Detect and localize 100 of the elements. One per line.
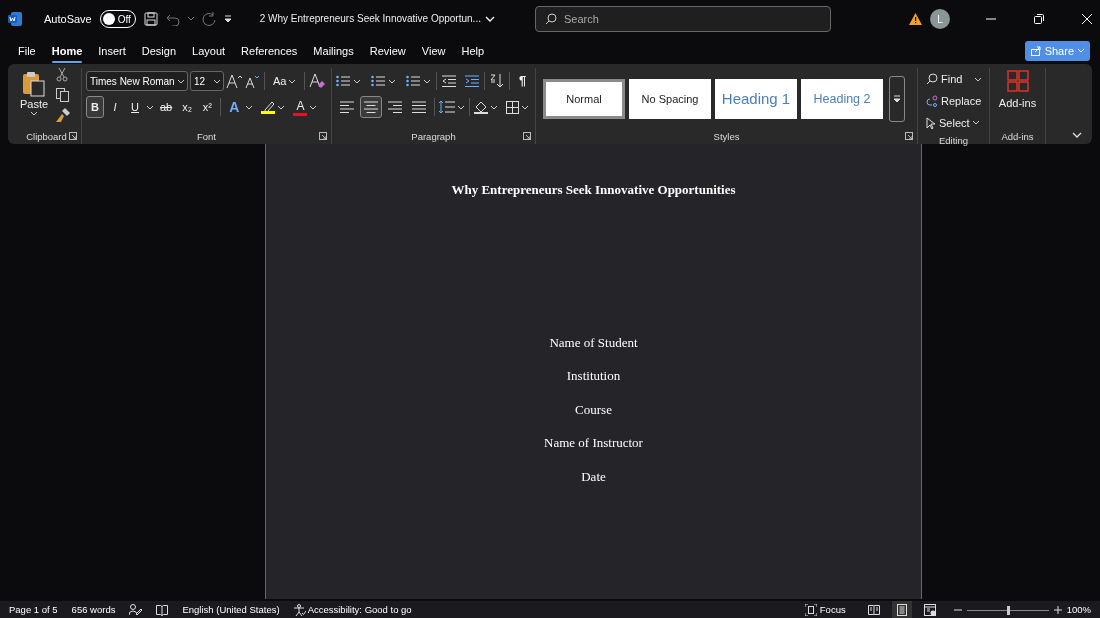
decrease-indent-icon[interactable] bbox=[442, 75, 456, 87]
web-view-icon bbox=[923, 604, 936, 616]
select-button[interactable]: Select bbox=[922, 112, 987, 134]
zoom-in-icon[interactable] bbox=[1053, 606, 1062, 614]
text-effects-button[interactable]: A bbox=[225, 96, 244, 118]
caret-icon[interactable] bbox=[309, 104, 318, 110]
caret-icon[interactable] bbox=[423, 78, 431, 84]
group-label: Editing bbox=[938, 133, 969, 148]
focus-button[interactable]: Focus bbox=[800, 601, 850, 618]
caret-icon[interactable] bbox=[187, 17, 194, 21]
dialog-launcher-icon[interactable] bbox=[319, 132, 327, 140]
caret-icon[interactable] bbox=[490, 104, 498, 110]
strikethrough-button[interactable]: ab bbox=[156, 96, 177, 118]
copy-icon[interactable] bbox=[56, 88, 70, 102]
style-tile[interactable]: Heading 2 bbox=[801, 79, 883, 119]
redo-icon[interactable] bbox=[201, 12, 216, 26]
font-name-field[interactable]: Times New Roman bbox=[86, 71, 188, 91]
shrink-font-icon[interactable] bbox=[244, 74, 260, 88]
caret-icon[interactable] bbox=[288, 78, 297, 84]
style-tile[interactable]: No Spacing bbox=[629, 79, 711, 119]
shading-icon[interactable] bbox=[474, 100, 488, 114]
line-spacing-icon[interactable] bbox=[439, 101, 455, 113]
font-size-field[interactable]: 12 bbox=[190, 71, 224, 91]
group-label: Paragraph bbox=[411, 129, 456, 144]
highlighter-icon[interactable] bbox=[262, 100, 275, 111]
bold-button[interactable]: B bbox=[86, 96, 104, 118]
caret-icon[interactable] bbox=[245, 104, 254, 110]
language-status[interactable]: English (United States) bbox=[182, 602, 280, 618]
more-icon bbox=[893, 95, 901, 103]
book-icon[interactable] bbox=[156, 604, 169, 616]
menu-tab[interactable]: Mailings bbox=[305, 39, 362, 63]
menu-tab[interactable]: Design bbox=[133, 39, 185, 63]
zoom-thumb[interactable] bbox=[1007, 605, 1010, 615]
clear-formatting-icon[interactable] bbox=[309, 73, 326, 89]
show-formatting-button[interactable]: ¶ bbox=[515, 70, 531, 92]
zoom-out-icon[interactable] bbox=[953, 606, 962, 614]
align-center-button[interactable] bbox=[360, 96, 382, 118]
caret-icon[interactable] bbox=[353, 78, 361, 84]
undo-icon[interactable] bbox=[165, 12, 180, 26]
menu-tab[interactable]: View bbox=[413, 39, 454, 63]
search-icon bbox=[544, 13, 557, 25]
close-icon[interactable] bbox=[1082, 14, 1092, 24]
numbering-icon[interactable] bbox=[371, 75, 385, 87]
menu-tab[interactable]: References bbox=[233, 39, 306, 63]
menu-tab[interactable]: Help bbox=[453, 39, 493, 63]
font-color-button[interactable]: A bbox=[293, 98, 308, 113]
dialog-launcher-icon[interactable] bbox=[69, 132, 77, 140]
collapse-ribbon-icon[interactable] bbox=[1072, 132, 1082, 138]
document-title-text: Why Entrepreneurs Seek Innovative Opportunities bbox=[451, 181, 736, 199]
borders-icon[interactable] bbox=[506, 100, 519, 114]
grow-font-icon[interactable] bbox=[226, 74, 242, 88]
menu-tab[interactable]: Insert bbox=[90, 39, 134, 63]
underline-button[interactable]: U bbox=[126, 96, 144, 118]
caret-icon[interactable] bbox=[146, 104, 154, 110]
customize-icon[interactable] bbox=[223, 15, 232, 23]
styles-more-button[interactable] bbox=[889, 76, 905, 122]
caret-icon[interactable] bbox=[388, 78, 396, 84]
accessibility-status[interactable]: Accessibility: Good to go bbox=[293, 602, 412, 618]
accessibility-icon bbox=[293, 604, 306, 616]
subscript-button[interactable]: x₂ bbox=[178, 96, 197, 118]
page-count[interactable]: Page 1 of 5 bbox=[9, 602, 58, 618]
share-icon bbox=[1030, 46, 1041, 56]
caret-icon[interactable] bbox=[457, 104, 465, 110]
bullets-icon[interactable] bbox=[336, 75, 350, 87]
italic-button[interactable]: I bbox=[106, 96, 124, 118]
zoom-percent[interactable]: 100% bbox=[1066, 602, 1091, 618]
sort-icon[interactable] bbox=[490, 74, 504, 88]
paste-button[interactable]: Paste bbox=[16, 68, 53, 126]
multilevel-list-icon[interactable] bbox=[406, 75, 420, 87]
caret-icon[interactable] bbox=[277, 104, 286, 110]
menu-tab[interactable]: Home bbox=[43, 39, 91, 63]
dialog-launcher-icon[interactable] bbox=[523, 132, 531, 140]
warning-icon[interactable] bbox=[909, 13, 922, 25]
cut-icon[interactable] bbox=[56, 68, 69, 82]
document-title[interactable]: 2 Why Entrepreneurs Seek Innovative Opportun... bbox=[255, 8, 499, 30]
save-icon[interactable] bbox=[143, 12, 158, 26]
font-color-bar bbox=[293, 112, 308, 116]
print-view-button[interactable] bbox=[891, 601, 912, 618]
style-tile[interactable]: Heading 1 bbox=[715, 79, 797, 119]
increase-indent-icon[interactable] bbox=[465, 75, 479, 87]
menu-tab[interactable]: Layout bbox=[184, 39, 234, 63]
style-tile[interactable]: Normal bbox=[543, 79, 625, 119]
superscript-button[interactable]: x² bbox=[198, 96, 217, 118]
align-right-icon bbox=[388, 101, 402, 113]
search-field[interactable]: Search bbox=[534, 6, 831, 32]
app-icon[interactable] bbox=[8, 12, 22, 26]
replace-button[interactable]: Replace bbox=[922, 90, 987, 112]
menu-tab[interactable]: Review bbox=[361, 39, 414, 63]
find-button[interactable]: Find bbox=[922, 68, 987, 90]
word-count[interactable]: 656 words bbox=[71, 602, 116, 618]
dialog-launcher-icon[interactable] bbox=[905, 132, 913, 140]
add-ins-button[interactable]: Add-ins bbox=[994, 68, 1041, 118]
clipboard-icon bbox=[22, 71, 47, 97]
menu-tab[interactable]: File bbox=[10, 39, 44, 63]
proofing-icon[interactable] bbox=[129, 604, 143, 616]
change-case-button[interactable]: Aa bbox=[269, 70, 301, 92]
format-painter-icon[interactable] bbox=[56, 108, 71, 122]
restore-icon[interactable] bbox=[1034, 14, 1044, 24]
caret-icon[interactable] bbox=[521, 104, 529, 110]
pointer-icon bbox=[926, 117, 936, 129]
